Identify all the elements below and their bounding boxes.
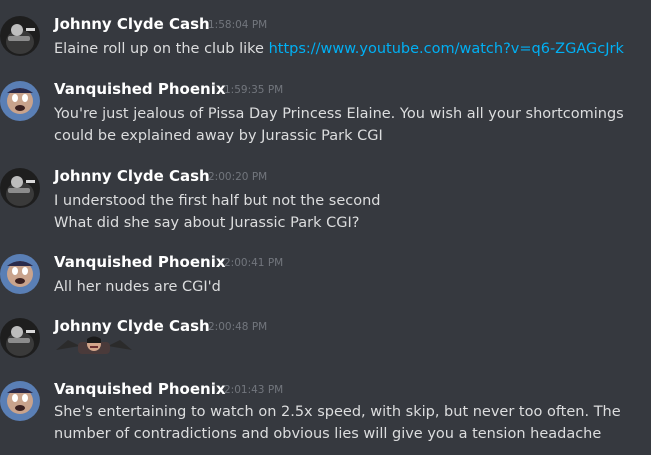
- username[interactable]: Vanquished Phoenix: [54, 379, 226, 399]
- message-line: What did she say about Jurassic Park CGI…: [54, 215, 360, 231]
- message-text: You're just jealous of Pissa Day Princes…: [54, 103, 624, 147]
- timestamp[interactable]: 2:01:43 PM: [224, 382, 283, 398]
- message-line: I understood the first half but not the …: [54, 193, 381, 209]
- message-line: number of contradictions and obvious lie…: [54, 426, 602, 442]
- message-line: could be explained away by Jurassic Park…: [54, 128, 383, 144]
- username[interactable]: Vanquished Phoenix: [54, 252, 226, 272]
- timestamp[interactable]: 1:59:35 PM: [224, 82, 283, 98]
- message-line: She's entertaining to watch on 2.5x spee…: [54, 404, 621, 420]
- username[interactable]: Vanquished Phoenix: [54, 79, 226, 99]
- username[interactable]: Johnny Clyde Cash: [54, 14, 210, 34]
- username[interactable]: Johnny Clyde Cash: [54, 166, 210, 186]
- message-line: Elaine roll up on the club like: [54, 41, 269, 57]
- message-text: All her nudes are CGI'd: [54, 276, 221, 298]
- message-text: Elaine roll up on the club like https://…: [54, 38, 624, 60]
- phoenix-avatar-icon[interactable]: [0, 381, 40, 421]
- message-text: She's entertaining to watch on 2.5x spee…: [54, 401, 621, 445]
- johnny-avatar-icon[interactable]: [0, 318, 40, 358]
- johnny-avatar-icon[interactable]: [0, 168, 40, 208]
- reaction-sticker-icon[interactable]: [54, 336, 134, 360]
- message-line: You're just jealous of Pissa Day Princes…: [54, 106, 624, 122]
- message-line: All her nudes are CGI'd: [54, 279, 221, 295]
- timestamp[interactable]: 1:58:04 PM: [208, 17, 267, 33]
- phoenix-avatar-icon[interactable]: [0, 81, 40, 121]
- phoenix-avatar-icon[interactable]: [0, 254, 40, 294]
- youtube-link[interactable]: https://www.youtube.com/watch?v=q6-ZGAGc…: [269, 41, 624, 57]
- message-text: I understood the first half but not the …: [54, 190, 380, 234]
- timestamp[interactable]: 2:00:20 PM: [208, 169, 267, 185]
- johnny-avatar-icon[interactable]: [0, 16, 40, 56]
- timestamp[interactable]: 2:00:41 PM: [224, 255, 283, 271]
- timestamp[interactable]: 2:00:48 PM: [208, 319, 267, 335]
- username[interactable]: Johnny Clyde Cash: [54, 316, 210, 336]
